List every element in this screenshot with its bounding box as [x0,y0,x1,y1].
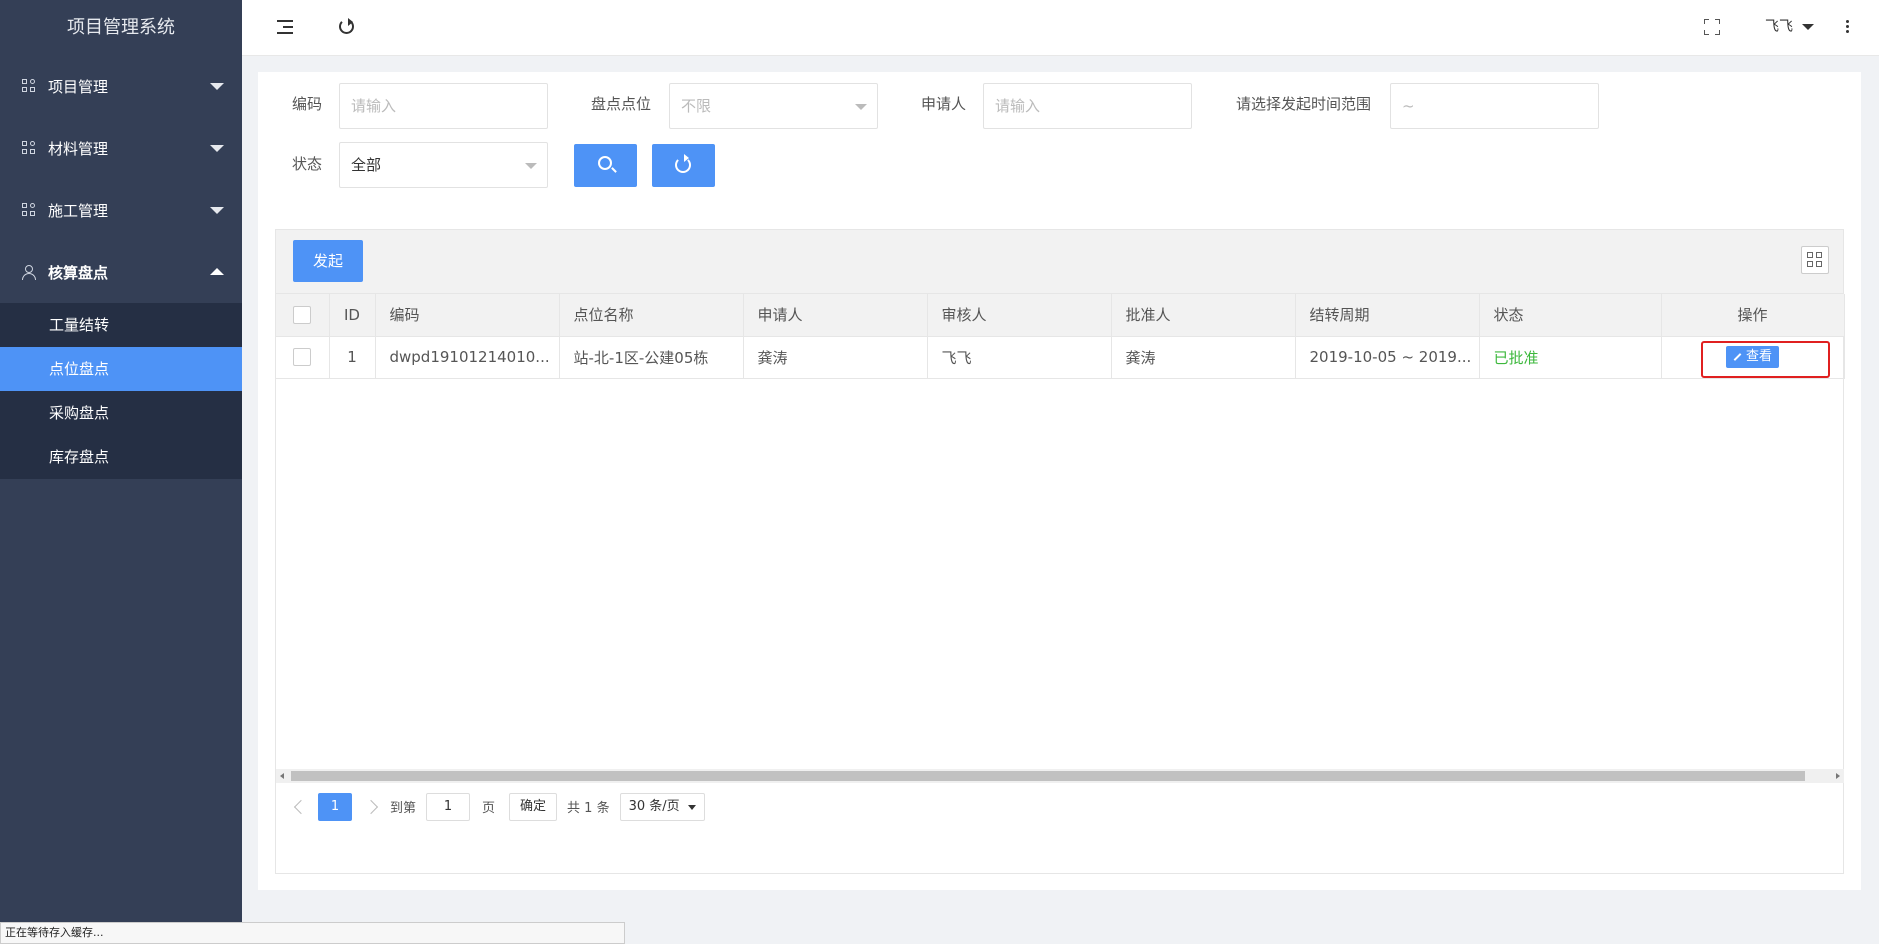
sidebar-group-accounting[interactable]: 核算盘点 [0,241,242,303]
table-toolbar: 发起 [276,230,1843,294]
chevron-down-icon [855,104,867,110]
cell-period: 2019-10-05 ~ 2019... [1295,336,1480,379]
page-size-select[interactable]: 30 条/页 [619,792,705,821]
row-select-cell [276,336,330,379]
sidebar: 项目管理系统 项目管理 材料管理 施工管理 核算盘点 工量结转 点位盘点 采购盘… [0,0,242,944]
sidebar-group-label: 核算盘点 [48,263,109,282]
date-range-input[interactable]: ~ [1390,83,1599,129]
code-input[interactable]: 请输入 [339,83,548,129]
status-select-value: 全部 [351,156,382,174]
scroll-left-icon[interactable] [280,773,284,779]
top-header: 飞飞 [242,0,1879,56]
col-location[interactable]: 点位名称 [559,294,744,337]
location-select[interactable]: 不限 [669,83,878,129]
chevron-down-icon [210,207,224,214]
col-status[interactable]: 状态 [1479,294,1662,337]
sidebar-group-label: 施工管理 [48,201,109,220]
current-page[interactable]: 1 [318,792,352,821]
cell-code: dwpd19101214010... [375,336,560,379]
col-period[interactable]: 结转周期 [1295,294,1480,337]
chevron-up-icon [210,268,224,275]
table-header-row: ID 编码 点位名称 申请人 审核人 批准人 结转周期 状态 操作 [276,294,1845,337]
code-label: 编码 [292,95,323,113]
chevron-down-icon[interactable] [1802,24,1814,30]
fullscreen-icon[interactable] [1701,16,1723,38]
sidebar-item-purchase-inventory[interactable]: 采购盘点 [0,391,242,435]
applicant-input[interactable]: 请输入 [983,83,1192,129]
col-id[interactable]: ID [329,294,376,337]
sidebar-group-construction[interactable]: 施工管理 [0,179,242,241]
col-reviewer[interactable]: 审核人 [927,294,1112,337]
page-input[interactable]: 1 [426,792,471,821]
chevron-down-icon [210,145,224,152]
sidebar-group-project[interactable]: 项目管理 [0,55,242,117]
cell-location: 站-北-1区-公建05栋 [559,336,744,379]
table-row[interactable]: 1 dwpd19101214010... 站-北-1区-公建05栋 龚涛 飞飞 … [276,336,1845,379]
date-range-label: 请选择发起时间范围 [1236,95,1372,113]
status-badge: 已批准 [1479,336,1662,379]
sidebar-item-location-inventory[interactable]: 点位盘点 [0,347,242,391]
reset-button[interactable] [652,144,715,187]
sidebar-group-label: 材料管理 [48,139,109,158]
grid-icon [22,141,36,155]
cell-approver: 龚涛 [1111,336,1296,379]
col-action: 操作 [1661,294,1845,337]
highlight-box [1701,341,1830,378]
cell-id: 1 [329,336,376,379]
col-code[interactable]: 编码 [375,294,560,337]
scrollbar-thumb[interactable] [291,771,1805,781]
launch-button[interactable]: 发起 [293,240,363,282]
refresh-icon[interactable] [336,16,358,38]
goto-label: 到第 [390,801,417,816]
cell-reviewer: 飞飞 [927,336,1112,379]
chevron-down-icon [210,83,224,90]
sidebar-group-material[interactable]: 材料管理 [0,117,242,179]
chevron-down-icon [525,163,537,169]
location-select-value: 不限 [681,97,712,115]
search-icon [598,156,612,170]
next-page-icon[interactable] [363,799,379,814]
grid-icon [22,79,36,93]
col-applicant[interactable]: 申请人 [743,294,928,337]
col-approver[interactable]: 批准人 [1111,294,1296,337]
row-checkbox[interactable] [293,348,312,367]
content-card: 编码 请输入 盘点点位 不限 申请人 请输入 请选择发起时间范围 ~ 状态 全部… [258,72,1861,890]
more-vertical-icon[interactable] [1846,20,1850,35]
data-table: ID 编码 点位名称 申请人 审核人 批准人 结转周期 状态 操作 1 dwpd… [276,294,1845,379]
sidebar-item-workload-transfer[interactable]: 工量结转 [0,303,242,347]
pagination: 1 到第 1 页 确定 共 1 条 30 条/页 [276,783,1844,830]
select-all-checkbox[interactable] [293,306,312,324]
total-count: 共 1 条 [567,801,610,816]
scroll-right-icon[interactable] [1836,773,1840,779]
refresh-icon [675,154,691,173]
page-unit: 页 [482,801,496,816]
cell-applicant: 龚涛 [743,336,928,379]
search-button[interactable] [574,144,637,187]
grid-icon [22,203,36,217]
user-menu[interactable]: 飞飞 [1765,16,1793,36]
location-label: 盘点点位 [591,95,652,113]
goto-confirm-button[interactable]: 确定 [509,792,558,821]
app-title: 项目管理系统 [67,17,175,38]
columns-icon[interactable] [1801,246,1829,274]
prev-page-icon[interactable] [293,799,309,814]
status-select[interactable]: 全部 [339,142,548,188]
user-icon [22,264,36,280]
browser-status-bar: 正在等待存入缓存... [0,922,625,944]
applicant-label: 申请人 [921,95,967,113]
fold-menu-icon[interactable] [275,16,297,38]
select-all-cell [276,294,330,337]
sidebar-submenu: 工量结转 点位盘点 采购盘点 库存盘点 [0,303,242,479]
horizontal-scrollbar[interactable] [276,769,1844,783]
status-label: 状态 [292,155,323,173]
sidebar-item-stock-inventory[interactable]: 库存盘点 [0,435,242,479]
table-panel: 发起 ID 编码 点位名称 申请人 审核人 批准人 结转周期 状态 操作 1 d… [275,229,1845,874]
sidebar-group-label: 项目管理 [48,77,109,96]
